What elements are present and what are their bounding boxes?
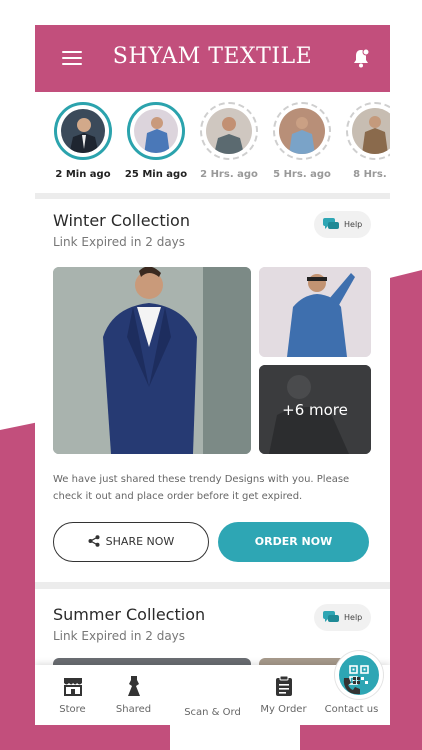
bottom-navigation: Store Shared Scan & Ord My Order Contact… bbox=[35, 651, 390, 725]
nav-scan-order[interactable]: Scan & Ord bbox=[177, 651, 383, 725]
story-time: 8 Hrs. a bbox=[353, 169, 390, 180]
app-screen: SHYAM TEXTILE 2 Min ago 25 Min ago 2 Hrs… bbox=[35, 25, 390, 725]
story-item[interactable]: 8 Hrs. a bbox=[342, 102, 390, 180]
story-avatar bbox=[61, 109, 105, 153]
help-button[interactable]: Help bbox=[314, 604, 371, 631]
chat-bubble-icon bbox=[323, 611, 339, 622]
story-avatar bbox=[134, 109, 178, 153]
section-divider bbox=[35, 582, 390, 589]
collection-description: We have just shared these trendy Designs… bbox=[53, 474, 350, 502]
nav-label: Scan & Ord bbox=[184, 707, 241, 718]
story-avatar bbox=[352, 108, 390, 154]
collection-title: Winter Collection bbox=[53, 211, 190, 230]
share-now-button[interactable]: SHARE NOW bbox=[53, 522, 209, 562]
collection-expiry: Link Expired in 2 days bbox=[53, 235, 186, 249]
help-label: Help bbox=[344, 220, 363, 229]
app-header: SHYAM TEXTILE bbox=[35, 25, 390, 92]
story-ring bbox=[127, 102, 185, 160]
story-time: 2 Min ago bbox=[55, 169, 111, 180]
dress-icon bbox=[127, 676, 140, 696]
order-now-button[interactable]: ORDER NOW bbox=[218, 522, 369, 562]
share-now-label: SHARE NOW bbox=[105, 535, 175, 548]
story-ring bbox=[54, 102, 112, 160]
nav-label: Shared bbox=[115, 704, 152, 715]
story-item[interactable]: 2 Hrs. ago bbox=[196, 102, 262, 180]
story-item[interactable]: 2 Min ago bbox=[50, 102, 116, 180]
stories-row: 2 Min ago 25 Min ago 2 Hrs. ago 5 Hrs. a… bbox=[35, 92, 390, 195]
app-title: SHYAM TEXTILE bbox=[112, 44, 313, 69]
product-image-thumb[interactable] bbox=[259, 267, 371, 357]
help-label: Help bbox=[344, 613, 363, 622]
notification-bell-icon[interactable] bbox=[352, 48, 370, 68]
product-image-main[interactable] bbox=[53, 267, 251, 454]
story-time: 5 Hrs. ago bbox=[273, 169, 331, 180]
nav-shared[interactable]: Shared bbox=[98, 665, 169, 725]
share-icon bbox=[88, 535, 100, 547]
store-icon bbox=[63, 678, 82, 696]
nav-contact[interactable]: Contact us bbox=[316, 665, 387, 725]
story-avatar bbox=[279, 108, 325, 154]
collection-title: Summer Collection bbox=[53, 605, 206, 624]
story-item[interactable]: 25 Min ago bbox=[123, 102, 189, 180]
clipboard-icon bbox=[275, 675, 292, 696]
nav-label: My Order bbox=[260, 704, 307, 715]
more-images-tile[interactable]: +6 more bbox=[259, 365, 371, 454]
story-item[interactable]: 5 Hrs. ago bbox=[269, 102, 335, 180]
story-ring bbox=[346, 102, 390, 160]
nav-my-order[interactable]: My Order bbox=[248, 665, 319, 725]
story-ring bbox=[273, 102, 331, 160]
story-time: 2 Hrs. ago bbox=[200, 169, 258, 180]
phone-icon bbox=[343, 677, 360, 695]
story-ring bbox=[200, 102, 258, 160]
story-time: 25 Min ago bbox=[124, 169, 188, 180]
story-avatar bbox=[206, 108, 252, 154]
section-divider bbox=[35, 193, 390, 199]
nav-label: Contact us bbox=[324, 704, 379, 715]
collection-expiry: Link Expired in 2 days bbox=[53, 629, 186, 643]
help-button[interactable]: Help bbox=[314, 211, 371, 238]
chat-bubble-icon bbox=[323, 218, 339, 229]
more-count-label: +6 more bbox=[282, 400, 348, 419]
